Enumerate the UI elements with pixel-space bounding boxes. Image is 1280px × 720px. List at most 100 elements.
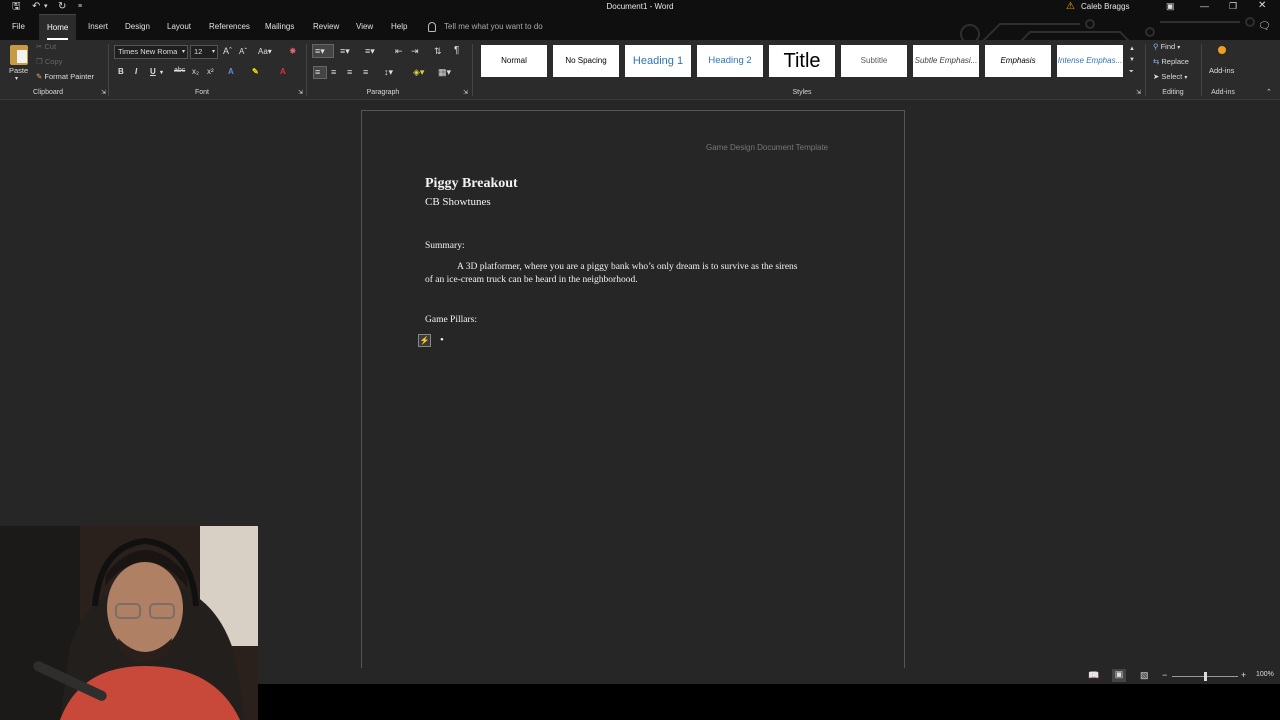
autocorrect-options-icon[interactable]: ⚡ <box>418 334 431 347</box>
bold-button[interactable]: B <box>118 67 124 76</box>
styles-more-icon[interactable]: ⏷ <box>1129 69 1134 76</box>
restore-icon[interactable]: ❐ <box>1229 0 1237 12</box>
font-launcher-icon[interactable]: ⇲ <box>298 89 303 96</box>
underline-button[interactable]: U <box>150 67 156 76</box>
sort-icon[interactable]: ⇅ <box>434 46 442 57</box>
underline-dropdown-icon[interactable]: ▾ <box>160 69 163 76</box>
style-heading-2[interactable]: Heading 2 <box>697 45 763 77</box>
align-center-icon[interactable]: ≡ <box>331 67 336 77</box>
tab-home[interactable]: Home <box>39 14 77 40</box>
zoom-in-icon[interactable]: + <box>1241 670 1246 680</box>
user-account[interactable]: ⚠ Caleb Braggs <box>1066 0 1129 13</box>
style-emphasis[interactable]: Emphasis <box>985 45 1051 77</box>
zoom-level[interactable]: 100% <box>1256 671 1274 678</box>
line-spacing-icon[interactable]: ↕▾ <box>384 67 393 78</box>
comments-icon[interactable]: 🗨 <box>1258 14 1271 40</box>
grow-font-icon[interactable]: Aˆ <box>223 46 232 56</box>
editing-group-label: Editing <box>1162 89 1184 96</box>
italic-button[interactable]: I <box>135 67 137 76</box>
document-title[interactable]: Piggy Breakout <box>425 176 518 192</box>
tell-me-search[interactable]: Tell me what you want to do <box>428 14 543 40</box>
bullets-button[interactable]: ≡▾ <box>312 44 334 58</box>
replace-button[interactable]: ⇆ Replace <box>1153 57 1189 66</box>
tab-review[interactable]: Review <box>313 14 339 40</box>
tab-insert[interactable]: Insert <box>88 14 108 40</box>
cut-button[interactable]: ✂ Cut <box>36 42 56 51</box>
styles-scroll-down-icon[interactable]: ▼ <box>1129 57 1135 63</box>
shrink-font-icon[interactable]: Aˇ <box>239 47 247 56</box>
justify-icon[interactable]: ≡ <box>363 67 368 77</box>
ribbon-display-icon[interactable]: ▣ <box>1166 0 1175 12</box>
style-intense-emphasis[interactable]: Intense Emphas... <box>1057 45 1123 77</box>
addins-icon[interactable] <box>1218 46 1226 54</box>
page-header[interactable]: Game Design Document Template <box>706 143 828 152</box>
paste-button[interactable]: Paste <box>9 66 28 75</box>
chevron-down-icon: ▾ <box>1177 45 1181 51</box>
align-left-button[interactable]: ≡ <box>313 66 327 79</box>
read-mode-icon[interactable]: 📖 <box>1088 670 1099 681</box>
font-color-icon[interactable]: A <box>280 67 286 76</box>
paragraph-launcher-icon[interactable]: ⇲ <box>463 89 468 96</box>
increase-indent-icon[interactable]: ⇥ <box>411 46 419 57</box>
cut-label: Cut <box>44 42 57 51</box>
pillars-heading[interactable]: Game Pillars: <box>425 315 477 325</box>
text-effects-icon[interactable]: A <box>228 67 234 76</box>
tab-file[interactable]: File <box>12 14 25 40</box>
format-painter-button[interactable]: ✎ Format Painter <box>36 72 94 81</box>
minimize-icon[interactable]: — <box>1200 0 1209 12</box>
font-size-combo[interactable]: 12 ▾ <box>190 45 218 59</box>
styles-launcher-icon[interactable]: ⇲ <box>1136 89 1141 96</box>
separator <box>306 44 307 96</box>
ribbon-home: Paste ▾ ✂ Cut ❐ Copy ✎ Format Painter Cl… <box>0 40 1280 100</box>
addins-button[interactable]: Add-ins <box>1209 66 1234 75</box>
document-studio[interactable]: CB Showtunes <box>425 196 491 208</box>
numbering-icon[interactable]: ≡▾ <box>340 46 350 57</box>
change-case-icon[interactable]: Aa▾ <box>258 47 272 56</box>
clipboard-launcher-icon[interactable]: ⇲ <box>101 89 106 96</box>
highlight-icon[interactable]: ✎ <box>252 67 259 76</box>
find-button[interactable]: ⚲ Find ▾ <box>1153 42 1180 51</box>
summary-text-line-2[interactable]: of an ice-cream truck can be heard in th… <box>425 275 638 285</box>
subscript-button[interactable]: x₂ <box>192 67 199 76</box>
decrease-indent-icon[interactable]: ⇤ <box>395 46 403 57</box>
copy-button[interactable]: ❐ Copy <box>36 57 62 66</box>
tab-mailings[interactable]: Mailings <box>265 14 294 40</box>
tab-help[interactable]: Help <box>391 14 407 40</box>
style-no-spacing[interactable]: No Spacing <box>553 45 619 77</box>
tab-view[interactable]: View <box>356 14 373 40</box>
collapse-ribbon-icon[interactable]: ⌃ <box>1266 88 1272 96</box>
borders-icon[interactable]: ▦▾ <box>438 67 451 78</box>
select-button[interactable]: ➤ Select ▾ <box>1153 72 1187 81</box>
print-layout-icon[interactable]: ▣ <box>1112 669 1126 682</box>
tab-design[interactable]: Design <box>125 14 150 40</box>
style-title[interactable]: Title <box>769 45 835 77</box>
tab-layout[interactable]: Layout <box>167 14 191 40</box>
paste-icon[interactable] <box>10 45 28 65</box>
summary-heading[interactable]: Summary: <box>425 241 465 251</box>
align-right-icon[interactable]: ≡ <box>347 67 352 77</box>
style-subtitle[interactable]: Subtitle <box>841 45 907 77</box>
strikethrough-button[interactable]: abc <box>174 67 185 74</box>
zoom-slider-thumb[interactable] <box>1204 672 1207 681</box>
clear-formatting-icon[interactable]: ✸ <box>289 46 297 57</box>
zoom-out-icon[interactable]: − <box>1162 670 1167 680</box>
font-name-combo[interactable]: Times New Roma ▾ <box>114 45 188 59</box>
replace-label: Replace <box>1161 57 1189 66</box>
style-normal[interactable]: Normal <box>481 45 547 77</box>
summary-text-line-1[interactable]: A 3D platformer, where you are a piggy b… <box>457 262 797 272</box>
show-formatting-icon[interactable]: ¶ <box>454 45 459 56</box>
style-subtle-emphasis[interactable]: Subtle Emphasi... <box>913 45 979 77</box>
close-icon[interactable]: ✕ <box>1258 0 1266 12</box>
multilevel-list-icon[interactable]: ≡▾ <box>365 46 375 57</box>
superscript-button[interactable]: x² <box>207 67 214 76</box>
font-name-value: Times New Roma <box>118 47 178 56</box>
bullet-item[interactable]: • <box>440 334 444 346</box>
user-name: Caleb Braggs <box>1080 2 1130 11</box>
styles-scroll-up-icon[interactable]: ▲ <box>1129 46 1135 52</box>
web-layout-icon[interactable]: ▧ <box>1140 670 1149 681</box>
style-heading-1[interactable]: Heading 1 <box>625 45 691 77</box>
ribbon-tabs: File Home Insert Design Layout Reference… <box>0 14 1280 53</box>
paste-dropdown-icon[interactable]: ▾ <box>15 75 18 82</box>
shading-icon[interactable]: ◈▾ <box>413 67 424 78</box>
tab-references[interactable]: References <box>209 14 250 40</box>
